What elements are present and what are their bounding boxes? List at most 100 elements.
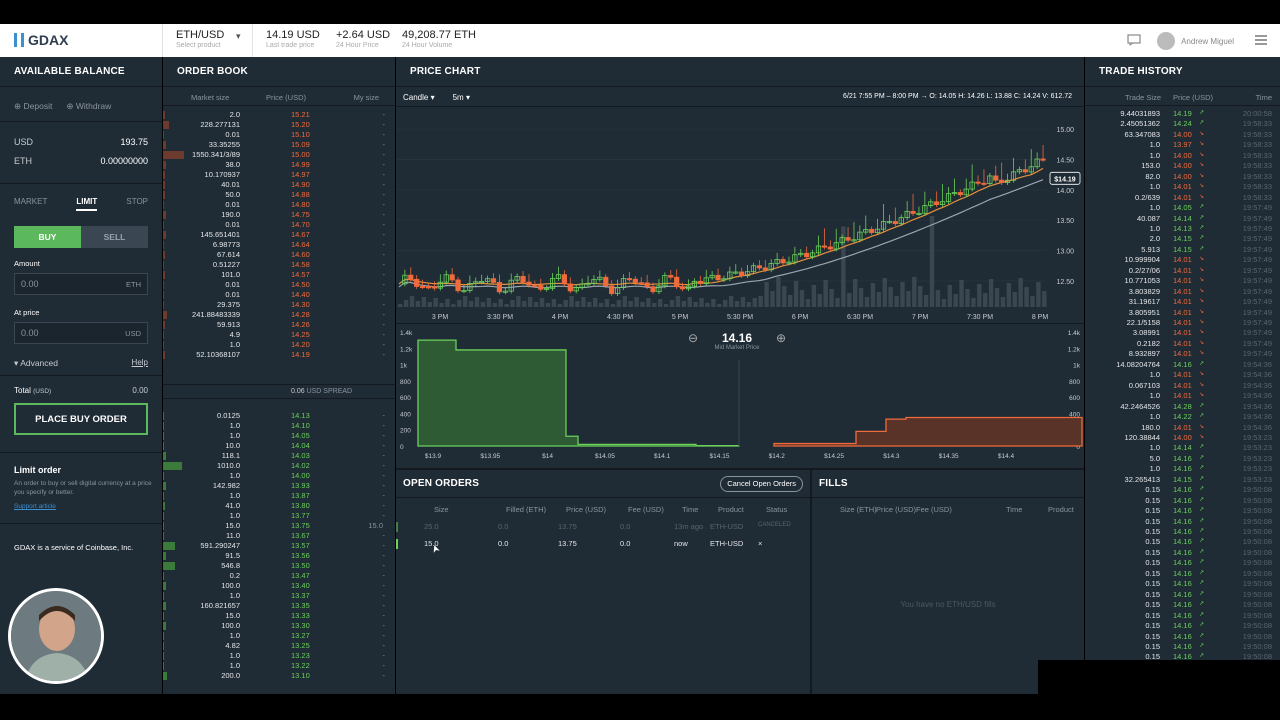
zoom-out-icon[interactable]: ⊖	[688, 331, 698, 345]
candlestick-chart[interactable]: 15.00 14.50 14.00 13.50 13.00 12.50 $14.19 3 PM…	[396, 107, 1084, 323]
chat-icon[interactable]	[1127, 34, 1141, 46]
order-book-row[interactable]: 0.2 13.47 -	[163, 571, 395, 581]
depth-y-tick-left: 1.2k	[400, 346, 413, 353]
order-book-row[interactable]: 200.0 13.10 -	[163, 671, 395, 681]
menu-icon[interactable]	[1254, 34, 1268, 46]
order-book-row[interactable]: 142.982 13.93 -	[163, 481, 395, 491]
order-book-row[interactable]: 15.0 13.33 -	[163, 611, 395, 621]
volume-bar	[1012, 292, 1017, 307]
candle-body	[845, 237, 851, 241]
order-book-row[interactable]: 0.01 14.70 -	[163, 220, 395, 230]
order-book-row[interactable]: 241.88483339 14.28 -	[163, 310, 395, 320]
gdax-logo[interactable]: GDAX	[14, 32, 68, 48]
trade-row: 10.999904 14.01 ↘ 19:57:49	[1085, 255, 1280, 265]
amount-input[interactable]: 0.00 ETH	[14, 273, 148, 295]
withdraw-button[interactable]: ⊕ Withdraw	[66, 101, 111, 112]
order-book-row[interactable]: 1.0 13.22 -	[163, 661, 395, 671]
tab-limit[interactable]: LIMIT	[76, 197, 98, 211]
order-book-row[interactable]: 0.01 14.80 -	[163, 200, 395, 210]
order-book-row[interactable]: 52.10368107 14.19 -	[163, 350, 395, 360]
order-book-row[interactable]: 10.0 14.04 -	[163, 441, 395, 451]
volume-bar	[711, 299, 716, 307]
order-book-row[interactable]: 10.170937 14.97 -	[163, 170, 395, 180]
order-book-row[interactable]: 0.01 15.10 -	[163, 130, 395, 140]
order-book-row[interactable]: 1.0 14.05 -	[163, 431, 395, 441]
order-status[interactable]: ×	[758, 539, 762, 548]
order-book-row[interactable]: 1.0 13.77 -	[163, 511, 395, 521]
volume-bar	[1006, 283, 1012, 307]
presenter-avatar	[11, 591, 101, 681]
order-book-row[interactable]: 67.614 14.60 -	[163, 250, 395, 260]
row-size: 241.88483339	[192, 310, 240, 319]
order-book-row[interactable]: 1.0 13.27 -	[163, 631, 395, 641]
volume-bar	[752, 298, 757, 307]
row-my-size: -	[382, 581, 386, 590]
order-book-row[interactable]: 100.0 13.30 -	[163, 621, 395, 631]
order-book-row[interactable]: 41.0 13.80 -	[163, 501, 395, 511]
order-book-row[interactable]: 1550.341/3/89 15.00 -	[163, 150, 395, 160]
sell-button[interactable]: SELL	[81, 226, 148, 248]
order-book-row[interactable]: 1.0 14.20 -	[163, 340, 395, 350]
product-selector[interactable]: ETH/USD Select product ▾	[176, 29, 256, 49]
cancel-open-orders-button[interactable]: Cancel Open Orders	[720, 476, 803, 492]
order-book-row[interactable]: 1010.0 14.02 -	[163, 461, 395, 471]
order-book-row[interactable]: 190.0 14.75 -	[163, 210, 395, 220]
place-buy-order-button[interactable]: PLACE BUY ORDER	[14, 403, 148, 435]
row-my-size: -	[382, 230, 386, 239]
trade-size: 0.15	[1145, 495, 1160, 505]
advanced-toggle[interactable]: ▾ Advanced Help	[14, 358, 148, 369]
order-book-row[interactable]: 6.98773 14.64 -	[163, 240, 395, 250]
order-book-row[interactable]: 228.277131 15.20 -	[163, 120, 395, 130]
order-book-row[interactable]: 591.290247 13.57 -	[163, 541, 395, 551]
trade-price: 14.01	[1173, 297, 1192, 307]
deposit-button[interactable]: ⊕ Deposit	[14, 101, 52, 112]
tab-market[interactable]: MARKET	[14, 197, 47, 211]
order-book-row[interactable]: 33.35255 15.09 -	[163, 140, 395, 150]
trade-row: 0.15 14.16 ↗ 19:50:08	[1085, 590, 1280, 600]
open-order-row[interactable]: 15.0 0.0 13.75 0.0 now ETH-USD ×	[396, 537, 810, 551]
support-link[interactable]: Support article	[14, 503, 56, 510]
trade-time: 19:58:33	[1242, 129, 1272, 139]
order-book-row[interactable]: 91.5 13.56 -	[163, 551, 395, 561]
order-book-row[interactable]: 4.9 14.25 -	[163, 330, 395, 340]
order-book-row[interactable]: 1.0 13.23 -	[163, 651, 395, 661]
chart-type-select[interactable]: Candle ▾	[403, 93, 435, 102]
order-book-row[interactable]: 29.375 14.30 -	[163, 300, 395, 310]
order-book-row[interactable]: 40.01 14.90 -	[163, 180, 395, 190]
order-book-row[interactable]: 38.0 14.99 -	[163, 160, 395, 170]
price-input[interactable]: 0.00 USD	[14, 322, 148, 344]
order-book-row[interactable]: 0.51227 14.58 -	[163, 260, 395, 270]
buy-button[interactable]: BUY	[14, 226, 81, 248]
order-book-row[interactable]: 50.0 14.88 -	[163, 190, 395, 200]
order-book-row[interactable]: 118.1 14.03 -	[163, 451, 395, 461]
chevron-down-icon: ▾	[465, 93, 470, 102]
tab-stop[interactable]: STOP	[126, 197, 148, 211]
volume-bar	[1042, 291, 1047, 307]
order-book-row[interactable]: 100.0 13.40 -	[163, 581, 395, 591]
order-book-row[interactable]: 15.0 13.75 15.0	[163, 521, 395, 531]
order-book-row[interactable]: 101.0 14.57 -	[163, 270, 395, 280]
order-book-row[interactable]: 546.8 13.50 -	[163, 561, 395, 571]
user-menu[interactable]: Andrew Miguel	[1157, 32, 1234, 50]
volume-bar	[929, 216, 935, 307]
row-price: 13.67	[291, 531, 310, 540]
interval-select[interactable]: 5m ▾	[453, 93, 470, 102]
order-book-row[interactable]: 1.0 14.10 -	[163, 421, 395, 431]
order-book-row[interactable]: 2.0 15.21 -	[163, 110, 395, 120]
order-book-row[interactable]: 1.0 13.37 -	[163, 591, 395, 601]
volume-bar	[941, 299, 947, 307]
zoom-in-icon[interactable]: ⊕	[776, 331, 786, 345]
order-book-row[interactable]: 4.82 13.25 -	[163, 641, 395, 651]
order-book-row[interactable]: 145.651401 14.67 -	[163, 230, 395, 240]
open-order-row[interactable]: 25.0 0.0 13.75 0.0 13m ago ETH-USD CANCELED	[396, 520, 810, 534]
arrow-down-icon: ↘	[1199, 371, 1205, 378]
order-book-row[interactable]: 59.913 14.26 -	[163, 320, 395, 330]
order-book-row[interactable]: 11.0 13.67 -	[163, 531, 395, 541]
order-book-row[interactable]: 0.01 14.40 -	[163, 290, 395, 300]
order-book-row[interactable]: 0.0125 14.13 -	[163, 411, 395, 421]
order-book-row[interactable]: 0.01 14.50 -	[163, 280, 395, 290]
help-link[interactable]: Help	[132, 358, 148, 367]
order-book-row[interactable]: 160.821657 13.35 -	[163, 601, 395, 611]
order-book-row[interactable]: 1.0 14.00 -	[163, 471, 395, 481]
order-book-row[interactable]: 1.0 13.87 -	[163, 491, 395, 501]
